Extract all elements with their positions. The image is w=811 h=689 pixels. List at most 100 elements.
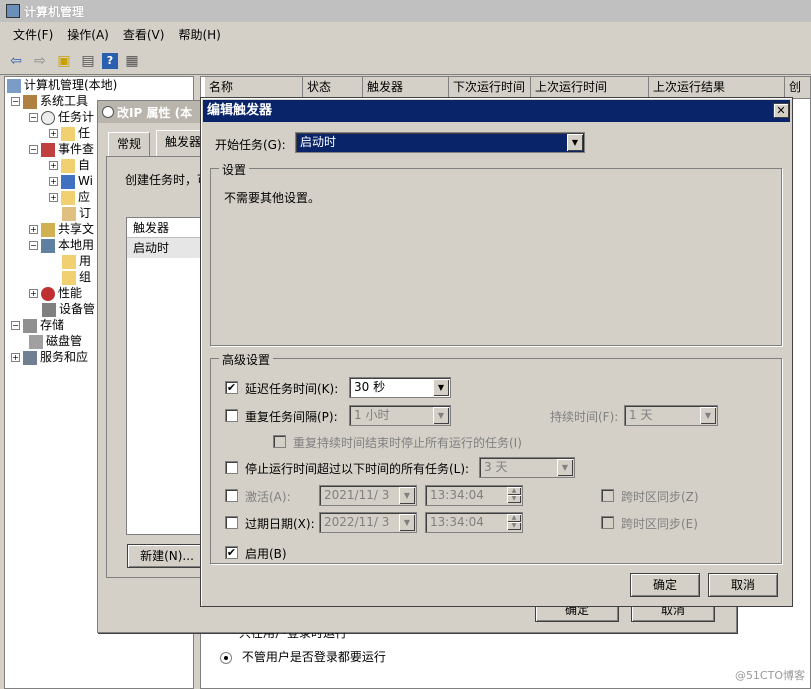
expire-label: 过期日期(X): (245, 517, 315, 531)
run-only-logged-on-option[interactable]: 只在用户登录时运行 (205, 633, 725, 646)
column-header-next-run[interactable]: 下次运行时间 (449, 77, 531, 99)
activate-date-picker[interactable]: 2021/11/ 3 ▼ (319, 485, 417, 506)
settings-group-label: 设置 (219, 161, 250, 178)
menu-view[interactable]: 查看(V) (116, 26, 172, 43)
tree-item[interactable]: 计算机管理(本地) (5, 77, 193, 93)
chevron-down-icon[interactable]: ▼ (433, 379, 449, 396)
expire-sync-checkbox[interactable] (601, 516, 614, 529)
stop-task-checkbox[interactable] (225, 461, 238, 474)
repeat-task-checkbox[interactable] (225, 409, 238, 422)
help-icon[interactable]: ? (102, 52, 118, 69)
computer-icon (7, 78, 21, 93)
console-tree-icon[interactable]: ▤ (78, 51, 98, 71)
triggers-table-row[interactable]: 启动时 (127, 238, 205, 258)
subscription-icon (62, 206, 76, 221)
tools-icon (23, 94, 37, 109)
advanced-settings-label: 高级设置 (219, 351, 274, 368)
chevron-down-icon[interactable]: ▼ (567, 134, 583, 151)
settings-group: 设置 不需要其他设置。 (210, 161, 782, 346)
stop-task-select[interactable]: 3 天 ▼ (479, 457, 575, 478)
stop-task-label: 停止运行时间超过以下时间的所有任务(L): (245, 462, 470, 476)
folder-icon (62, 270, 76, 285)
clock-icon (102, 106, 114, 118)
chevron-down-icon[interactable]: ▼ (557, 459, 573, 476)
activate-checkbox[interactable] (225, 489, 238, 502)
run-whether-logged-on-option[interactable]: 不管用户是否登录都要运行 (220, 648, 386, 665)
activate-sync-checkbox[interactable] (601, 489, 614, 502)
folder-icon (61, 190, 75, 205)
users-icon (41, 238, 55, 253)
column-header-status[interactable]: 状态 (303, 77, 363, 99)
disk-icon (29, 334, 43, 349)
column-header-trigger[interactable]: 触发器 (363, 77, 449, 99)
repeat-interval-select[interactable]: 1 小时 ▼ (349, 405, 451, 426)
windows-log-icon (61, 174, 75, 189)
expire-date-picker[interactable]: 2022/11/ 3 ▼ (319, 512, 417, 533)
begin-task-label: 开始任务(G): (215, 138, 286, 152)
triggers-table-header[interactable]: 触发器 (127, 218, 205, 238)
delay-task-select[interactable]: 30 秒 ▼ (349, 377, 451, 398)
duration-label: 持续时间(F): (550, 410, 619, 424)
enabled-label: 启用(B) (245, 547, 287, 561)
run-whether-logged-on-label: 不管用户是否登录都要运行 (241, 650, 386, 664)
up-folder-icon[interactable]: ▣ (54, 51, 74, 71)
expire-time-spinner[interactable]: 13:34:04 ▲ ▼ (425, 512, 523, 533)
watermark: @51CTO博客 (734, 669, 805, 682)
enabled-checkbox[interactable]: ✔ (225, 546, 238, 559)
column-header-last-result[interactable]: 上次运行结果 (649, 77, 785, 99)
storage-icon (23, 318, 37, 333)
column-header-name[interactable]: 名称 (205, 77, 303, 99)
clock-icon (41, 110, 55, 125)
activate-sync-label: 跨时区同步(Z) (621, 490, 699, 504)
app-titlebar: 计算机管理 (0, 0, 811, 22)
stop-at-end-checkbox[interactable] (273, 435, 286, 448)
event-viewer-icon (41, 142, 55, 157)
folder-icon (62, 254, 76, 269)
edit-trigger-cancel-button[interactable]: 取消 (708, 573, 778, 597)
edit-trigger-dialog: 编辑触发器 ✕ 开始任务(G): 启动时 ▼ 设置 不需要其他设置。 高级设置 … (200, 97, 793, 607)
computer-management-icon (6, 4, 20, 18)
delay-task-checkbox[interactable]: ✔ (225, 381, 238, 394)
toolbar: ⇦ ⇨ ▣ ▤ ? ▦ (0, 47, 811, 75)
menu-bar: 文件(F) 操作(A) 查看(V) 帮助(H) (0, 22, 811, 47)
stop-at-end-label: 重复持续时间结束时停止所有运行的任务(I) (293, 436, 522, 450)
chevron-down-icon[interactable]: ▼ (399, 487, 415, 504)
chevron-down-icon[interactable]: ▼ (399, 514, 415, 531)
services-icon (23, 350, 37, 365)
folder-icon (61, 126, 75, 141)
edit-trigger-ok-button[interactable]: 确定 (630, 573, 700, 597)
activate-label: 激活(A): (245, 490, 291, 504)
column-header-created[interactable]: 创 (785, 77, 811, 99)
menu-action[interactable]: 操作(A) (60, 26, 116, 43)
advanced-settings-group: 高级设置 ✔ 延迟任务时间(K): 30 秒 ▼ 重复任务间隔(P): 1 小时… (210, 351, 782, 564)
spinner-icon[interactable]: ▲ ▼ (507, 514, 521, 531)
device-manager-icon (42, 302, 56, 317)
properties-icon[interactable]: ▦ (122, 51, 142, 71)
close-icon[interactable]: ✕ (773, 103, 789, 118)
begin-task-select[interactable]: 启动时 ▼ (295, 132, 585, 153)
tab-general[interactable]: 常规 (108, 132, 151, 156)
app-title: 计算机管理 (24, 4, 85, 19)
folder-icon (61, 158, 75, 173)
triggers-description: 创建任务时，可 (125, 173, 210, 187)
performance-icon (41, 286, 55, 301)
triggers-table[interactable]: 触发器 启动时 (126, 217, 206, 535)
expire-sync-label: 跨时区同步(E) (621, 517, 698, 531)
chevron-down-icon[interactable]: ▼ (433, 407, 449, 424)
edit-trigger-titlebar: 编辑触发器 (203, 100, 790, 122)
run-only-logged-on-label: 只在用户登录时运行 (239, 633, 348, 640)
settings-text: 不需要其他设置。 (224, 191, 321, 205)
spinner-icon[interactable]: ▲ ▼ (507, 487, 521, 504)
menu-file[interactable]: 文件(F) (6, 26, 60, 43)
forward-arrow-icon[interactable]: ⇨ (30, 51, 50, 71)
chevron-down-icon[interactable]: ▼ (700, 407, 716, 424)
expire-checkbox[interactable] (225, 516, 238, 529)
activate-time-spinner[interactable]: 13:34:04 ▲ ▼ (425, 485, 523, 506)
radio-button[interactable] (220, 651, 232, 664)
column-header-last-run[interactable]: 上次运行时间 (531, 77, 649, 99)
duration-select[interactable]: 1 天 ▼ (624, 405, 718, 426)
new-trigger-button[interactable]: 新建(N)... (127, 544, 207, 568)
back-arrow-icon[interactable]: ⇦ (6, 51, 26, 71)
shared-folder-icon (41, 222, 55, 237)
menu-help[interactable]: 帮助(H) (171, 26, 227, 43)
